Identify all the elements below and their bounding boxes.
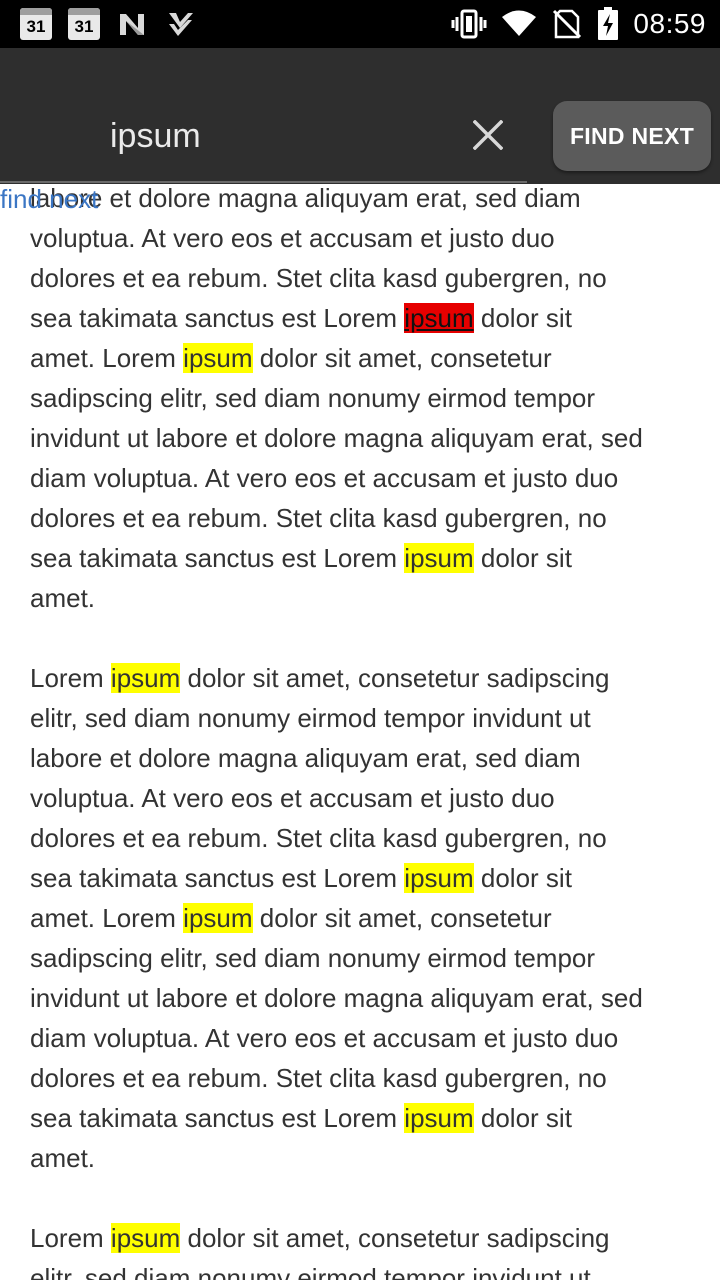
text-segment: invidunt ut labore et dolore magna aliqu… — [30, 983, 643, 1013]
text-line: amet. Lorem ipsum dolor sit amet, conset… — [30, 338, 700, 378]
find-input-underline — [0, 181, 527, 183]
text-line: dolores et ea rebum. Stet clita kasd gub… — [30, 1058, 700, 1098]
n-app-icon — [120, 14, 144, 35]
search-match-highlight: ipsum — [110, 1223, 181, 1253]
text-segment: amet. — [30, 583, 96, 613]
text-segment: dolor sit — [473, 863, 572, 893]
search-match-highlight: ipsum — [404, 1103, 474, 1133]
search-match-highlight: ipsum — [183, 903, 253, 933]
text-segment: sadipscing elitr, sed diam nonumy eirmod… — [30, 943, 596, 973]
text-segment: Lorem — [30, 663, 111, 693]
text-segment: dolor sit — [473, 303, 572, 333]
text-line: elitr, sed diam nonumy eirmod tempor inv… — [30, 698, 700, 738]
text-line: Lorem ipsum dolor sit amet, consetetur s… — [30, 658, 700, 698]
calendar-icon: 31 — [68, 8, 100, 40]
text-line: invidunt ut labore et dolore magna aliqu… — [30, 978, 700, 1018]
system-icons: 08:59 — [451, 6, 706, 42]
text-line: sea takimata sanctus est Lorem ipsum dol… — [30, 298, 700, 338]
no-sim-icon — [553, 9, 582, 39]
text-segment: dolor sit amet, consetetur sadipscing — [180, 1223, 610, 1253]
text-line: sadipscing elitr, sed diam nonumy eirmod… — [30, 938, 700, 978]
text-segment: dolor sit amet, consetetur sadipscing — [180, 663, 610, 693]
text-line: amet. — [30, 578, 700, 618]
search-match-highlight: ipsum — [110, 663, 181, 693]
text-line: Lorem ipsum dolor sit amet, consetetur s… — [30, 1218, 700, 1258]
text-line: voluptua. At vero eos et accusam et just… — [30, 218, 700, 258]
document-content[interactable]: labore et dolore magna aliquyam erat, se… — [0, 184, 720, 1280]
find-input[interactable] — [110, 112, 460, 160]
text-segment: dolores et ea rebum. Stet clita kasd gub… — [30, 823, 607, 853]
text-segment: dolor sit amet, consetetur — [252, 903, 552, 933]
document-text: labore et dolore magna aliquyam erat, se… — [30, 184, 700, 1280]
calendar-day-label: 31 — [74, 17, 94, 36]
battery-charging-icon — [598, 7, 619, 40]
text-line: invidunt ut labore et dolore magna aliqu… — [30, 418, 700, 458]
search-match-highlight: ipsum — [183, 343, 253, 373]
find-next-link[interactable]: find next — [0, 184, 98, 214]
notification-icons: 31 31 — [20, 8, 196, 40]
find-next-label: FIND NEXT — [569, 122, 695, 149]
text-segment: sea takimata sanctus est Lorem — [30, 303, 405, 333]
text-segment: amet. Lorem — [30, 343, 184, 373]
text-segment: labore et dolore magna aliquyam erat, se… — [30, 743, 581, 773]
text-line: sea takimata sanctus est Lorem ipsum dol… — [30, 538, 700, 578]
wifi-icon — [502, 10, 537, 36]
text-segment: elitr, sed diam nonumy eirmod tempor inv… — [30, 703, 591, 733]
text-segment: labore et dolore magna aliquyam erat, se… — [30, 184, 581, 213]
text-line: dolores et ea rebum. Stet clita kasd gub… — [30, 498, 700, 538]
text-segment: dolor sit — [473, 1103, 572, 1133]
clock-time: 08:59 — [633, 8, 706, 39]
text-line: amet. Lorem ipsum dolor sit amet, conset… — [30, 898, 700, 938]
text-segment: diam voluptua. At vero eos et accusam et… — [30, 1023, 619, 1053]
calendar-day-label: 31 — [26, 17, 46, 36]
text-segment: sea takimata sanctus est Lorem — [30, 543, 405, 573]
text-segment: dolores et ea rebum. Stet clita kasd gub… — [30, 503, 607, 533]
text-line: dolores et ea rebum. Stet clita kasd gub… — [30, 258, 700, 298]
text-segment: sea takimata sanctus est Lorem — [30, 863, 405, 893]
text-line: sea takimata sanctus est Lorem ipsum dol… — [30, 1098, 700, 1138]
text-segment: dolores et ea rebum. Stet clita kasd gub… — [30, 1063, 607, 1093]
search-match-highlight: ipsum — [404, 863, 474, 893]
search-match-highlight: ipsum — [404, 543, 474, 573]
text-line: elitr, sed diam nonumy eirmod tempor inv… — [30, 1258, 700, 1280]
clear-search-button[interactable] — [464, 110, 512, 160]
text-segment: voluptua. At vero eos et accusam et just… — [30, 223, 555, 253]
text-segment: diam voluptua. At vero eos et accusam et… — [30, 463, 619, 493]
calendar-icon: 31 — [20, 8, 52, 40]
find-next-button[interactable]: FIND NEXT — [553, 101, 711, 171]
text-line: sea takimata sanctus est Lorem ipsum dol… — [30, 858, 700, 898]
text-segment: sadipscing elitr, sed diam nonumy eirmod… — [30, 383, 596, 413]
text-line: voluptua. At vero eos et accusam et just… — [30, 778, 700, 818]
text-line: diam voluptua. At vero eos et accusam et… — [30, 458, 700, 498]
text-line: sadipscing elitr, sed diam nonumy eirmod… — [30, 378, 700, 418]
status-bar: 31 31 08:59 — [0, 0, 720, 48]
text-segment: amet. — [30, 1143, 96, 1173]
text-segment: dolor sit amet, consetetur — [252, 343, 552, 373]
text-segment: voluptua. At vero eos et accusam et just… — [30, 783, 555, 813]
paragraph-break — [30, 1178, 700, 1218]
text-segment: elitr, sed diam nonumy eirmod tempor inv… — [30, 1263, 591, 1280]
text-line: labore et dolore magna aliquyam erat, se… — [30, 738, 700, 778]
text-segment: amet. Lorem — [30, 903, 184, 933]
paragraph-break — [30, 618, 700, 658]
text-segment: invidunt ut labore et dolore magna aliqu… — [30, 423, 643, 453]
text-line: amet. — [30, 1138, 700, 1178]
text-line: diam voluptua. At vero eos et accusam et… — [30, 1018, 700, 1058]
text-segment: dolor sit — [473, 543, 572, 573]
text-line: dolores et ea rebum. Stet clita kasd gub… — [30, 818, 700, 858]
text-segment: sea takimata sanctus est Lorem — [30, 1103, 405, 1133]
vibrate-icon — [451, 9, 487, 39]
current-match-highlight: ipsum — [404, 303, 474, 333]
text-segment: dolores et ea rebum. Stet clita kasd gub… — [30, 263, 607, 293]
text-segment: Lorem — [30, 1223, 111, 1253]
check-app-icon — [169, 13, 193, 36]
close-icon — [473, 120, 503, 150]
text-line: labore et dolore magna aliquyam erat, se… — [30, 184, 700, 218]
